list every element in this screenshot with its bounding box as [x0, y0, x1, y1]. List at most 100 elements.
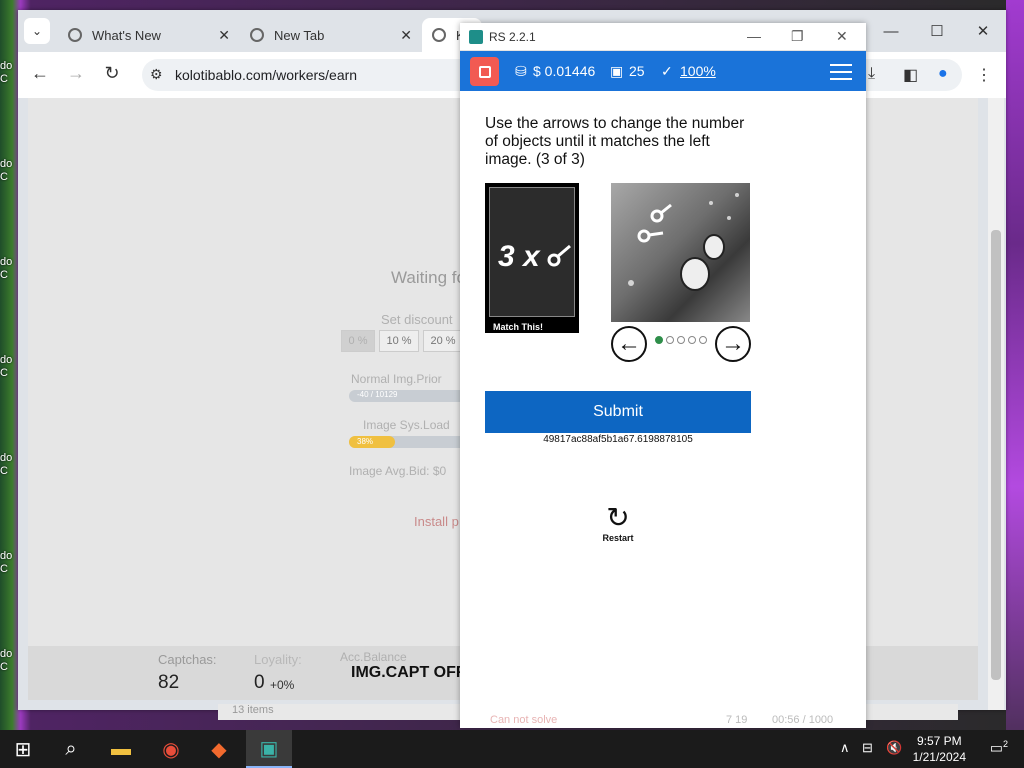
balance-value: $ 0.01446: [533, 63, 596, 79]
normal-priority-bar: -40 / 10129: [349, 390, 469, 402]
restart-label: Restart: [602, 533, 634, 543]
discount-option[interactable]: 0 %: [341, 330, 375, 352]
normal-priority-label: Normal Img.Prior: [351, 372, 442, 386]
reload-icon[interactable]: ↻: [100, 63, 124, 84]
sidebar-icon[interactable]: ◧: [903, 65, 918, 85]
extension-icon: [469, 30, 483, 44]
submit-button[interactable]: Submit: [485, 391, 751, 433]
maximize-icon[interactable]: ☐: [914, 10, 960, 52]
popup-title: RS 2.2.1: [489, 30, 536, 44]
waiting-text: Waiting fo: [391, 268, 466, 287]
download-icon[interactable]: ⤓: [868, 65, 875, 83]
stop-icon: [478, 65, 491, 78]
restart-button[interactable]: ↻ Restart: [597, 502, 639, 544]
tray-chevron-icon[interactable]: ∧: [840, 740, 850, 756]
captchas-value: 82: [158, 672, 180, 693]
solved-count: 25: [629, 63, 645, 79]
popup-footer: Can not solve 7 19 00:56 / 1000: [460, 714, 866, 728]
close-icon[interactable]: ✕: [400, 27, 412, 44]
candidate-objects: [628, 193, 739, 291]
menu-icon[interactable]: [830, 59, 852, 85]
stop-button[interactable]: [470, 57, 499, 86]
search-icon[interactable]: ⌕: [48, 730, 94, 768]
scrollbar[interactable]: [988, 98, 1004, 710]
sys-load-value: 38%: [357, 437, 374, 446]
url-text[interactable]: kolotibablo.com/workers/earn: [175, 67, 357, 83]
window-controls: — ☐ ✕: [868, 10, 1006, 52]
popup-titlebar: RS 2.2.1 — ❐ ✕: [460, 23, 866, 51]
discount-option[interactable]: 20 %: [423, 330, 463, 352]
network-icon[interactable]: ⊟: [862, 740, 873, 756]
captcha-instruction: Use the arrows to change the number of o…: [485, 115, 745, 168]
scrollbar-thumb[interactable]: [991, 230, 1001, 680]
file-explorer-icon[interactable]: ▬: [98, 730, 144, 768]
close-icon[interactable]: ✕: [218, 27, 230, 44]
footer-timer: 00:56 / 1000: [772, 714, 834, 726]
notifications-icon[interactable]: ▭2: [990, 739, 1008, 757]
notification-count: 2: [1002, 739, 1008, 749]
reference-frame: 3 x: [489, 187, 575, 317]
avg-bid-label: Image Avg.Bid: $0: [349, 464, 447, 478]
chrome-icon: [250, 28, 264, 42]
more-icon[interactable]: ⋮: [976, 65, 992, 85]
extension-header: ⛁ $ 0.01446 ▣ 25 ✓ 100%: [460, 51, 866, 91]
discount-label: Set discount: [381, 312, 453, 327]
check-icon: ✓: [661, 63, 673, 79]
loyalty-value: 0: [254, 672, 265, 693]
match-label: Match This!: [493, 322, 544, 332]
image-icon: ▣: [610, 63, 624, 79]
restart-icon: ↻: [606, 502, 630, 533]
sys-load-bar: 38%: [349, 436, 469, 448]
discount-option[interactable]: 10 %: [379, 330, 419, 352]
tab-new-tab[interactable]: New Tab ✕: [240, 18, 420, 52]
back-icon[interactable]: ←: [28, 63, 52, 84]
chrome-taskbar-icon[interactable]: ◉: [148, 730, 194, 768]
acc-balance-label: Acc.Balance: [340, 650, 407, 664]
candidate-image: [611, 183, 750, 322]
footer-stats: 7 19: [726, 714, 748, 726]
reference-count: 3 x: [498, 240, 540, 273]
previous-arrow-button[interactable]: ←: [611, 326, 647, 362]
loyalty-label: Loyality:: [254, 652, 302, 667]
site-info-icon[interactable]: ⚙: [150, 66, 163, 83]
tab-label: New Tab: [274, 27, 325, 43]
extension-popup: RS 2.2.1 — ❐ ✕ ⛁ $ 0.01446 ▣ 25 ✓ 100% U…: [460, 23, 866, 728]
tab-whats-new[interactable]: What's New ✕: [58, 18, 238, 52]
profile-icon[interactable]: ●: [938, 65, 948, 83]
clock[interactable]: 9:57 PM 1/21/2024: [913, 733, 966, 765]
tab-label: What's New: [92, 27, 161, 43]
close-window-icon[interactable]: ✕: [960, 10, 1006, 52]
kolotibablo-icon: [432, 28, 446, 42]
coin-icon: ⛁: [515, 63, 527, 79]
taskbar: ⊞ ⌕ ▬ ◉ ◆ ▣ ∧ ⊟ 🔇 9:57 PM 1/21/2024 ▭2: [0, 730, 1024, 768]
img-capt-status: IMG.CAPT OFF: [351, 664, 466, 681]
dot-indicator: [666, 336, 674, 344]
forward-icon[interactable]: →: [64, 63, 88, 84]
brave-icon[interactable]: ◆: [196, 730, 242, 768]
loyalty-delta: +0%: [270, 678, 295, 692]
minimize-icon[interactable]: —: [868, 10, 914, 52]
install-link[interactable]: Install p: [414, 514, 459, 529]
dot-indicator: [677, 336, 685, 344]
next-arrow-button[interactable]: →: [715, 326, 751, 362]
sys-load-label: Image Sys.Load: [363, 418, 450, 432]
volume-muted-icon[interactable]: 🔇: [886, 740, 902, 756]
reference-image: 3 x Match This!: [485, 183, 579, 333]
minimize-icon[interactable]: —: [747, 28, 761, 44]
extension-taskbar-icon[interactable]: ▣: [246, 730, 292, 768]
task-id: 49817ac88af5b1a67.6198878105: [543, 434, 693, 445]
cannot-solve-text[interactable]: Can not solve: [490, 714, 557, 726]
desktop-wallpaper-right: [1006, 0, 1024, 730]
normal-priority-value: -40 / 10129: [357, 390, 398, 399]
restore-icon[interactable]: ❐: [791, 28, 804, 45]
tab-search-button[interactable]: ⌄: [24, 18, 50, 44]
success-rate[interactable]: 100%: [680, 63, 716, 79]
position-dots: [655, 336, 707, 344]
items-count: 13 items: [232, 704, 274, 716]
reference-object-icon: [547, 244, 571, 267]
dot-indicator: [688, 336, 696, 344]
dot-indicator: [655, 336, 663, 344]
close-icon[interactable]: ✕: [836, 28, 848, 45]
windows-start-icon[interactable]: ⊞: [0, 730, 46, 768]
captchas-label: Captchas:: [158, 652, 217, 667]
